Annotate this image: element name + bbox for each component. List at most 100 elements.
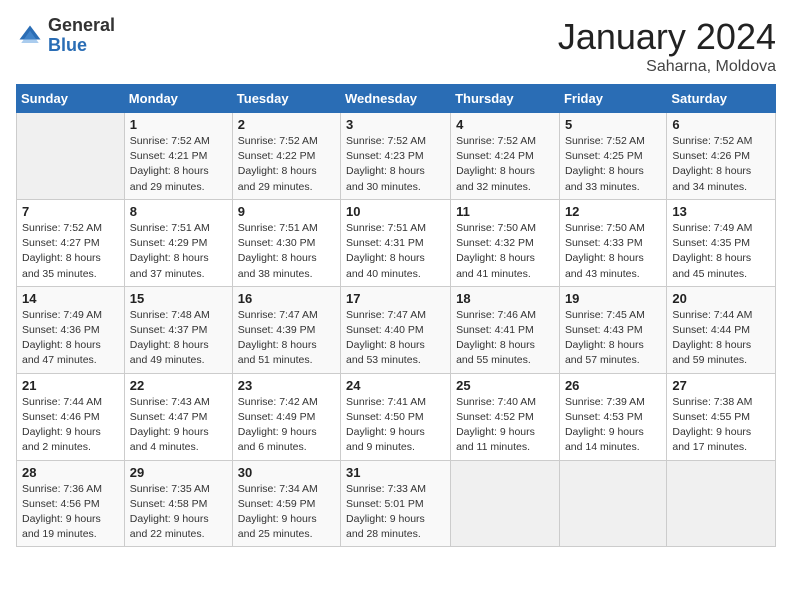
day-info: Sunrise: 7:47 AMSunset: 4:39 PMDaylight:…: [238, 308, 335, 369]
header-cell-thursday: Thursday: [451, 85, 560, 113]
day-number: 23: [238, 378, 335, 393]
day-number: 22: [130, 378, 227, 393]
day-number: 29: [130, 465, 227, 480]
day-cell: 17Sunrise: 7:47 AMSunset: 4:40 PMDayligh…: [341, 286, 451, 373]
day-cell: 27 Sunrise: 7:38 AMSunset: 4:55 PMDayligh…: [667, 373, 776, 460]
day-number: 11: [456, 204, 554, 219]
day-info: Sunrise: 7:52 AMSunset: 4:26 PMDaylight:…: [672, 134, 770, 195]
day-info: Sunrise: 7:46 AMSunset: 4:41 PMDaylight:…: [456, 308, 554, 369]
day-info: Sunrise: 7:52 AMSunset: 4:21 PMDaylight:…: [130, 134, 227, 195]
day-info: Sunrise: 7:50 AMSunset: 4:32 PMDaylight:…: [456, 221, 554, 282]
day-number: 19: [565, 291, 661, 306]
header-cell-tuesday: Tuesday: [232, 85, 340, 113]
day-number: 18: [456, 291, 554, 306]
day-cell: 16 Sunrise: 7:47 AMSunset: 4:39 PMDayligh…: [232, 286, 340, 373]
day-cell: 8 Sunrise: 7:51 AMSunset: 4:29 PMDaylight…: [124, 199, 232, 286]
day-info: Sunrise: 7:52 AMSunset: 4:25 PMDaylight:…: [565, 134, 661, 195]
day-cell: 31 Sunrise: 7:33 AMSunset: 5:01 PMDayligh…: [341, 460, 451, 547]
day-number: 10: [346, 204, 445, 219]
day-cell: 21Sunrise: 7:44 AMSunset: 4:46 PMDayligh…: [17, 373, 125, 460]
day-info: Sunrise: 7:44 AMSunset: 4:46 PMDaylight:…: [22, 395, 119, 456]
week-row-1: 7Sunrise: 7:52 AMSunset: 4:27 PMDaylight…: [17, 199, 776, 286]
week-row-0: 1Sunrise: 7:52 AMSunset: 4:21 PMDaylight…: [17, 113, 776, 200]
day-info: Sunrise: 7:52 AMSunset: 4:23 PMDaylight:…: [346, 134, 445, 195]
day-number: 25: [456, 378, 554, 393]
day-number: 27: [672, 378, 770, 393]
day-info: Sunrise: 7:51 AMSunset: 4:30 PMDaylight:…: [238, 221, 335, 282]
logo-general: General: [48, 16, 115, 36]
day-cell: 3 Sunrise: 7:52 AMSunset: 4:23 PMDaylight…: [341, 113, 451, 200]
month-title: January 2024: [558, 16, 776, 58]
day-info: Sunrise: 7:40 AMSunset: 4:52 PMDaylight:…: [456, 395, 554, 456]
day-cell: 12 Sunrise: 7:50 AMSunset: 4:33 PMDayligh…: [559, 199, 666, 286]
week-row-3: 21Sunrise: 7:44 AMSunset: 4:46 PMDayligh…: [17, 373, 776, 460]
day-number: 20: [672, 291, 770, 306]
day-number: 24: [346, 378, 445, 393]
header-cell-wednesday: Wednesday: [341, 85, 451, 113]
day-number: 28: [22, 465, 119, 480]
day-cell: 20 Sunrise: 7:44 AMSunset: 4:44 PMDayligh…: [667, 286, 776, 373]
day-number: 6: [672, 117, 770, 132]
day-info: Sunrise: 7:51 AMSunset: 4:31 PMDaylight:…: [346, 221, 445, 282]
day-info: Sunrise: 7:36 AMSunset: 4:56 PMDaylight:…: [22, 482, 119, 543]
day-cell: 13Sunrise: 7:49 AMSunset: 4:35 PMDayligh…: [667, 199, 776, 286]
day-info: Sunrise: 7:38 AMSunset: 4:55 PMDaylight:…: [672, 395, 770, 456]
day-number: 30: [238, 465, 335, 480]
page-header: General Blue January 2024 Saharna, Moldo…: [16, 16, 776, 76]
day-cell: 4 Sunrise: 7:52 AMSunset: 4:24 PMDaylight…: [451, 113, 560, 200]
day-cell: 10 Sunrise: 7:51 AMSunset: 4:31 PMDayligh…: [341, 199, 451, 286]
logo: General Blue: [16, 16, 115, 56]
day-cell: 18 Sunrise: 7:46 AMSunset: 4:41 PMDayligh…: [451, 286, 560, 373]
day-number: 3: [346, 117, 445, 132]
day-info: Sunrise: 7:44 AMSunset: 4:44 PMDaylight:…: [672, 308, 770, 369]
day-number: 4: [456, 117, 554, 132]
day-cell: 29 Sunrise: 7:35 AMSunset: 4:58 PMDayligh…: [124, 460, 232, 547]
day-info: Sunrise: 7:34 AMSunset: 4:59 PMDaylight:…: [238, 482, 335, 543]
day-cell: 11 Sunrise: 7:50 AMSunset: 4:32 PMDayligh…: [451, 199, 560, 286]
day-cell: 26Sunrise: 7:39 AMSunset: 4:53 PMDayligh…: [559, 373, 666, 460]
day-cell: 7Sunrise: 7:52 AMSunset: 4:27 PMDaylight…: [17, 199, 125, 286]
calendar-body: 1Sunrise: 7:52 AMSunset: 4:21 PMDaylight…: [17, 113, 776, 547]
day-info: Sunrise: 7:41 AMSunset: 4:50 PMDaylight:…: [346, 395, 445, 456]
day-cell: 6 Sunrise: 7:52 AMSunset: 4:26 PMDaylight…: [667, 113, 776, 200]
week-row-2: 14Sunrise: 7:49 AMSunset: 4:36 PMDayligh…: [17, 286, 776, 373]
day-info: Sunrise: 7:50 AMSunset: 4:33 PMDaylight:…: [565, 221, 661, 282]
day-info: Sunrise: 7:47 AMSunset: 4:40 PMDaylight:…: [346, 308, 445, 369]
logo-icon: [16, 22, 44, 50]
header-cell-monday: Monday: [124, 85, 232, 113]
header-row: SundayMondayTuesdayWednesdayThursdayFrid…: [17, 85, 776, 113]
day-cell: 22 Sunrise: 7:43 AMSunset: 4:47 PMDayligh…: [124, 373, 232, 460]
day-number: 9: [238, 204, 335, 219]
title-block: January 2024 Saharna, Moldova: [558, 16, 776, 76]
day-number: 31: [346, 465, 445, 480]
day-cell: 28 Sunrise: 7:36 AMSunset: 4:56 PMDayligh…: [17, 460, 125, 547]
day-cell: [451, 460, 560, 547]
day-number: 12: [565, 204, 661, 219]
day-number: 26: [565, 378, 661, 393]
day-number: 14: [22, 291, 119, 306]
location-title: Saharna, Moldova: [558, 58, 776, 76]
day-cell: [559, 460, 666, 547]
day-info: Sunrise: 7:52 AMSunset: 4:24 PMDaylight:…: [456, 134, 554, 195]
day-cell: 19Sunrise: 7:45 AMSunset: 4:43 PMDayligh…: [559, 286, 666, 373]
calendar-table: SundayMondayTuesdayWednesdayThursdayFrid…: [16, 84, 776, 547]
day-info: Sunrise: 7:51 AMSunset: 4:29 PMDaylight:…: [130, 221, 227, 282]
day-info: Sunrise: 7:49 AMSunset: 4:35 PMDaylight:…: [672, 221, 770, 282]
day-number: 15: [130, 291, 227, 306]
day-number: 8: [130, 204, 227, 219]
day-cell: 24 Sunrise: 7:41 AMSunset: 4:50 PMDayligh…: [341, 373, 451, 460]
header-cell-friday: Friday: [559, 85, 666, 113]
day-cell: [667, 460, 776, 547]
day-info: Sunrise: 7:52 AMSunset: 4:22 PMDaylight:…: [238, 134, 335, 195]
day-info: Sunrise: 7:33 AMSunset: 5:01 PMDaylight:…: [346, 482, 445, 543]
day-number: 16: [238, 291, 335, 306]
day-info: Sunrise: 7:43 AMSunset: 4:47 PMDaylight:…: [130, 395, 227, 456]
day-cell: 5Sunrise: 7:52 AMSunset: 4:25 PMDaylight…: [559, 113, 666, 200]
logo-text: General Blue: [48, 16, 115, 56]
day-cell: 9 Sunrise: 7:51 AMSunset: 4:30 PMDaylight…: [232, 199, 340, 286]
day-cell: 23Sunrise: 7:42 AMSunset: 4:49 PMDayligh…: [232, 373, 340, 460]
day-info: Sunrise: 7:35 AMSunset: 4:58 PMDaylight:…: [130, 482, 227, 543]
day-cell: 14Sunrise: 7:49 AMSunset: 4:36 PMDayligh…: [17, 286, 125, 373]
day-number: 7: [22, 204, 119, 219]
day-number: 2: [238, 117, 335, 132]
